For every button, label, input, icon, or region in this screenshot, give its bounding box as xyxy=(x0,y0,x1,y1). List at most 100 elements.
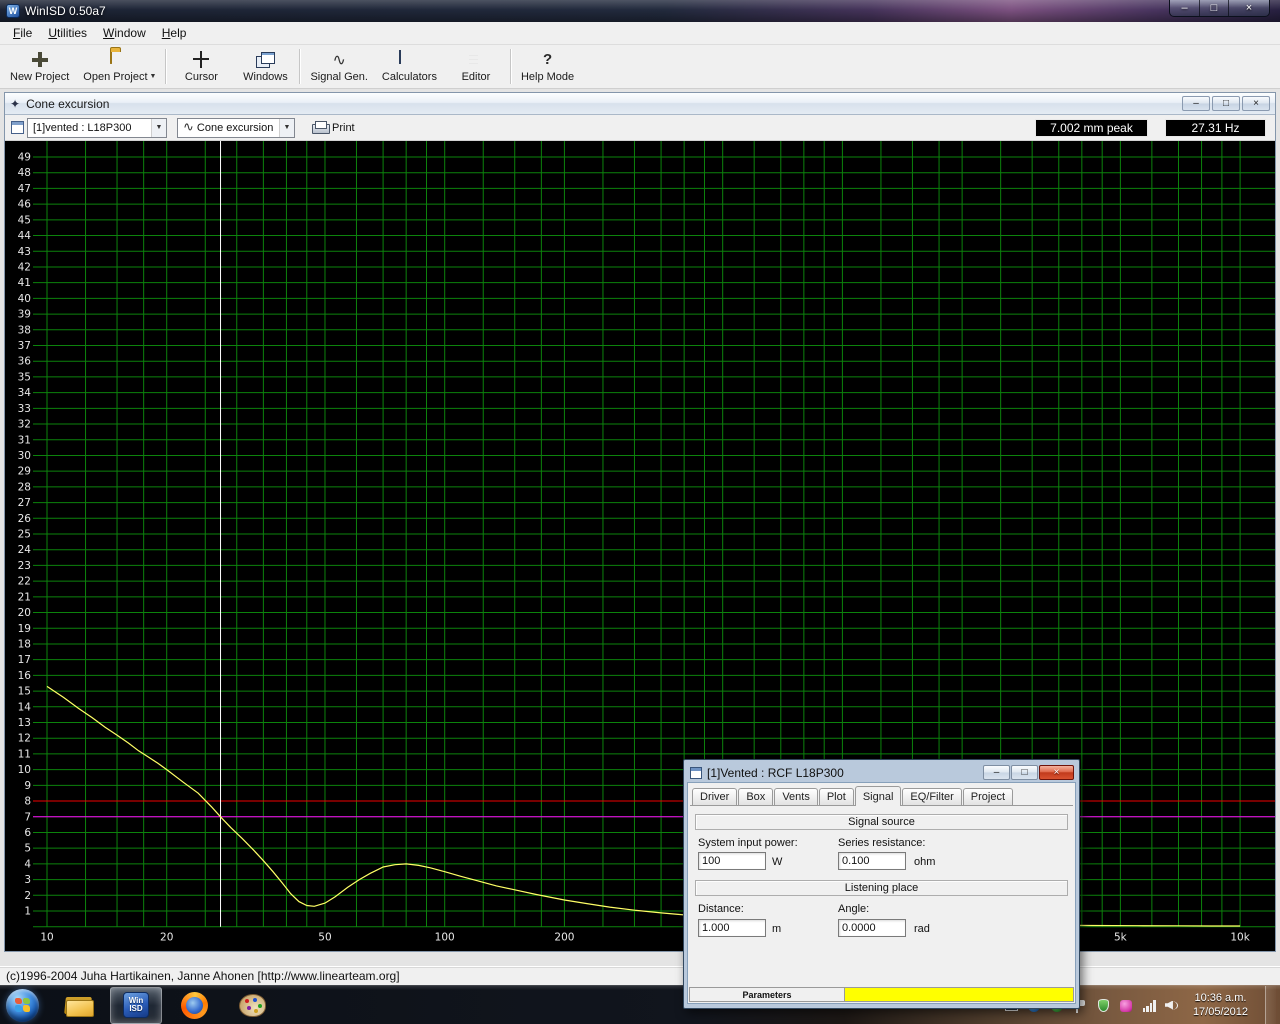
chevron-down-icon[interactable]: ▼ xyxy=(279,119,294,137)
volume-speaker-icon[interactable] xyxy=(1165,998,1180,1013)
firefox-icon xyxy=(181,992,208,1019)
tab-driver[interactable]: Driver xyxy=(692,788,737,805)
parameters-progress-bar xyxy=(845,987,1074,1002)
project-selector[interactable]: [1]vented : L18P300 ▼ xyxy=(27,118,167,138)
signal-gen-button[interactable]: ∿ Signal Gen. xyxy=(303,45,374,88)
plot-restore-button[interactable]: □ xyxy=(1212,96,1240,111)
svg-text:1: 1 xyxy=(24,906,31,918)
start-button[interactable] xyxy=(6,989,39,1022)
series-resistance-field[interactable] xyxy=(838,852,906,870)
svg-text:29: 29 xyxy=(18,466,31,478)
svg-text:35: 35 xyxy=(18,371,31,383)
svg-text:23: 23 xyxy=(18,560,31,572)
dialog-body: Driver Box Vents Plot Signal EQ/Filter P… xyxy=(687,782,1076,1004)
menu-window[interactable]: Window xyxy=(95,23,154,43)
taskbar-winisd-button[interactable]: WinISD xyxy=(110,987,162,1024)
system-input-power-label: System input power: xyxy=(698,837,798,849)
system-input-power-field[interactable] xyxy=(698,852,766,870)
distance-field[interactable] xyxy=(698,919,766,937)
svg-text:41: 41 xyxy=(18,277,31,289)
graph-type-selector[interactable]: ∿ Cone excursion ▼ xyxy=(177,118,295,138)
menu-file[interactable]: File xyxy=(5,23,40,43)
svg-text:8: 8 xyxy=(24,796,31,808)
editor-button[interactable]: Editor xyxy=(444,45,508,88)
network-signal-icon[interactable] xyxy=(1142,998,1157,1013)
angle-field[interactable] xyxy=(838,919,906,937)
svg-text:31: 31 xyxy=(18,434,31,446)
svg-text:45: 45 xyxy=(18,214,31,226)
maximize-button[interactable]: □ xyxy=(1199,0,1228,16)
svg-text:32: 32 xyxy=(18,419,31,431)
cursor-frequency-readout: 27.31 Hz xyxy=(1165,119,1266,137)
dialog-maximize-button[interactable]: □ xyxy=(1011,765,1038,780)
plot-toolbar: [1]vented : L18P300 ▼ ∿ Cone excursion ▼… xyxy=(5,115,1275,141)
statusbar: (c)1996-2004 Juha Hartikainen, Janne Aho… xyxy=(0,966,1280,985)
minimize-button[interactable]: – xyxy=(1170,0,1199,16)
clock-time: 10:36 a.m. xyxy=(1194,991,1246,1005)
new-project-button[interactable]: New Project xyxy=(3,45,76,88)
svg-text:33: 33 xyxy=(18,403,31,415)
taskbar: WinISD 10:36 a.m. 17/05/2012 xyxy=(0,985,1280,1024)
svg-text:100: 100 xyxy=(435,932,455,944)
taskbar-clock[interactable]: 10:36 a.m. 17/05/2012 xyxy=(1188,991,1257,1019)
open-project-button[interactable]: Open Project ▼ xyxy=(76,45,163,88)
svg-text:2: 2 xyxy=(24,890,31,902)
tab-project[interactable]: Project xyxy=(963,788,1013,805)
taskbar-paint-button[interactable] xyxy=(226,987,278,1024)
menu-help[interactable]: Help xyxy=(154,23,195,43)
tray-pink-app-icon[interactable] xyxy=(1119,998,1134,1013)
tab-signal[interactable]: Signal xyxy=(855,786,902,806)
cone-excursion-titlebar[interactable]: ✦ Cone excursion – □ × xyxy=(5,93,1275,115)
calculators-button[interactable]: Calculators xyxy=(375,45,444,88)
close-button[interactable]: × xyxy=(1228,0,1269,16)
question-mark-icon: ? xyxy=(538,51,558,68)
print-button[interactable]: Print xyxy=(307,119,360,136)
excursion-chart[interactable]: 1234567891011121314151617181920212223242… xyxy=(5,141,1275,951)
svg-text:7: 7 xyxy=(24,811,31,823)
plot-minimize-button[interactable]: – xyxy=(1182,96,1210,111)
svg-text:42: 42 xyxy=(18,261,31,273)
svg-text:10: 10 xyxy=(18,764,31,776)
chevron-down-icon[interactable]: ▼ xyxy=(151,119,166,137)
parameters-tab[interactable]: Parameters xyxy=(689,987,845,1002)
tab-plot[interactable]: Plot xyxy=(819,788,854,805)
taskbar-firefox-button[interactable] xyxy=(168,987,220,1024)
show-desktop-button[interactable] xyxy=(1265,986,1276,1024)
svg-text:43: 43 xyxy=(18,246,31,258)
svg-text:6: 6 xyxy=(24,827,31,839)
svg-text:48: 48 xyxy=(18,167,31,179)
windows-icon xyxy=(255,51,275,68)
help-mode-button[interactable]: ? Help Mode xyxy=(514,45,581,88)
main-toolbar: New Project Open Project ▼ Cursor Window… xyxy=(0,45,1280,89)
tab-vents[interactable]: Vents xyxy=(774,788,818,805)
svg-text:28: 28 xyxy=(18,481,31,493)
palette-icon xyxy=(239,994,266,1017)
plot-close-button[interactable]: × xyxy=(1242,96,1270,111)
svg-text:46: 46 xyxy=(18,199,32,211)
svg-text:19: 19 xyxy=(18,623,31,635)
excursion-plot-svg[interactable]: 1234567891011121314151617181920212223242… xyxy=(5,141,1275,951)
dialog-minimize-button[interactable]: – xyxy=(983,765,1010,780)
dialog-caption-buttons: – □ × xyxy=(982,765,1074,780)
svg-text:37: 37 xyxy=(18,340,31,352)
taskbar-explorer-button[interactable] xyxy=(52,987,104,1024)
tab-box[interactable]: Box xyxy=(738,788,773,805)
cursor-button[interactable]: Cursor xyxy=(169,45,233,88)
svg-text:49: 49 xyxy=(18,152,31,164)
windows-button[interactable]: Windows xyxy=(233,45,297,88)
peak-excursion-readout: 7.002 mm peak xyxy=(1035,119,1148,137)
series-resistance-unit: ohm xyxy=(914,856,935,868)
menu-utilities[interactable]: Utilities xyxy=(40,23,95,43)
open-project-dropdown-icon[interactable]: ▼ xyxy=(150,73,157,80)
tab-eq-filter[interactable]: EQ/Filter xyxy=(902,788,961,805)
tray-shield-icon[interactable] xyxy=(1096,998,1111,1013)
dialog-titlebar[interactable]: [1]Vented : RCF L18P300 – □ × xyxy=(687,763,1076,782)
svg-text:40: 40 xyxy=(18,293,31,305)
svg-text:10k: 10k xyxy=(1230,932,1250,944)
svg-text:5: 5 xyxy=(24,843,31,855)
dialog-close-button[interactable]: × xyxy=(1039,765,1074,780)
svg-text:50: 50 xyxy=(318,932,331,944)
plot-caption-buttons: – □ × xyxy=(1180,96,1270,111)
clock-date: 17/05/2012 xyxy=(1193,1005,1248,1019)
svg-text:16: 16 xyxy=(18,670,32,682)
